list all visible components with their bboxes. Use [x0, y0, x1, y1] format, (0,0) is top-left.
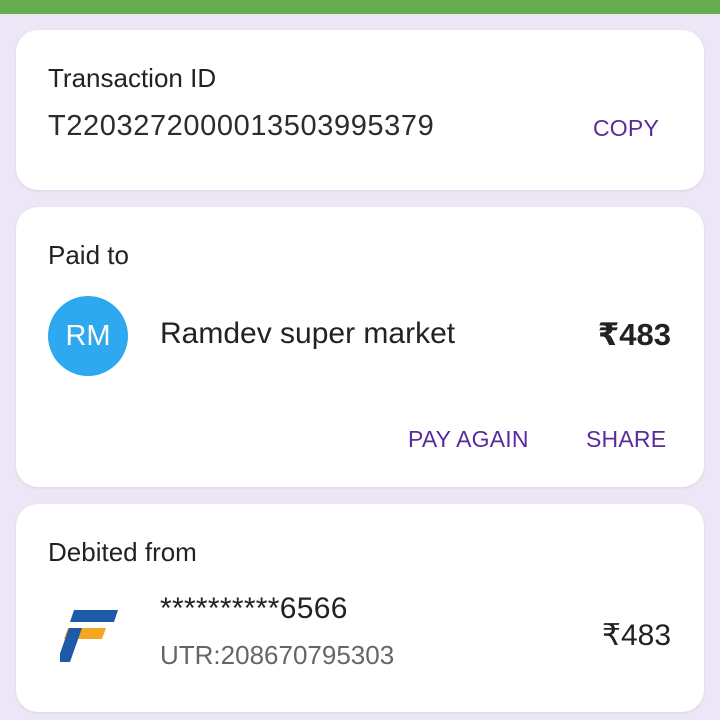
masked-account-number: **********6566	[160, 592, 348, 625]
copy-button[interactable]: COPY	[593, 115, 659, 142]
federal-bank-logo-icon	[60, 610, 118, 662]
paid-to-heading: Paid to	[48, 240, 129, 270]
paid-amount: ₹483	[597, 317, 671, 352]
pay-again-button[interactable]: PAY AGAIN	[408, 426, 529, 453]
transaction-id-card: Transaction ID T2203272000013503995379 C…	[16, 30, 704, 190]
debited-from-card: Debited from **********6566 UTR:20867079…	[16, 504, 704, 712]
transaction-id-heading: Transaction ID	[48, 63, 217, 93]
share-button[interactable]: SHARE	[586, 426, 666, 453]
avatar: RM	[48, 296, 128, 376]
utr-number: UTR:208670795303	[160, 640, 395, 670]
status-accent-bar	[0, 0, 720, 14]
paid-to-card: Paid to RM Ramdev super market ₹483 PAY …	[16, 207, 704, 487]
debited-from-heading: Debited from	[48, 537, 197, 567]
payee-name: Ramdev super market	[160, 317, 456, 350]
transaction-id-value: T2203272000013503995379	[48, 110, 435, 142]
debited-amount: ₹483	[601, 619, 671, 652]
